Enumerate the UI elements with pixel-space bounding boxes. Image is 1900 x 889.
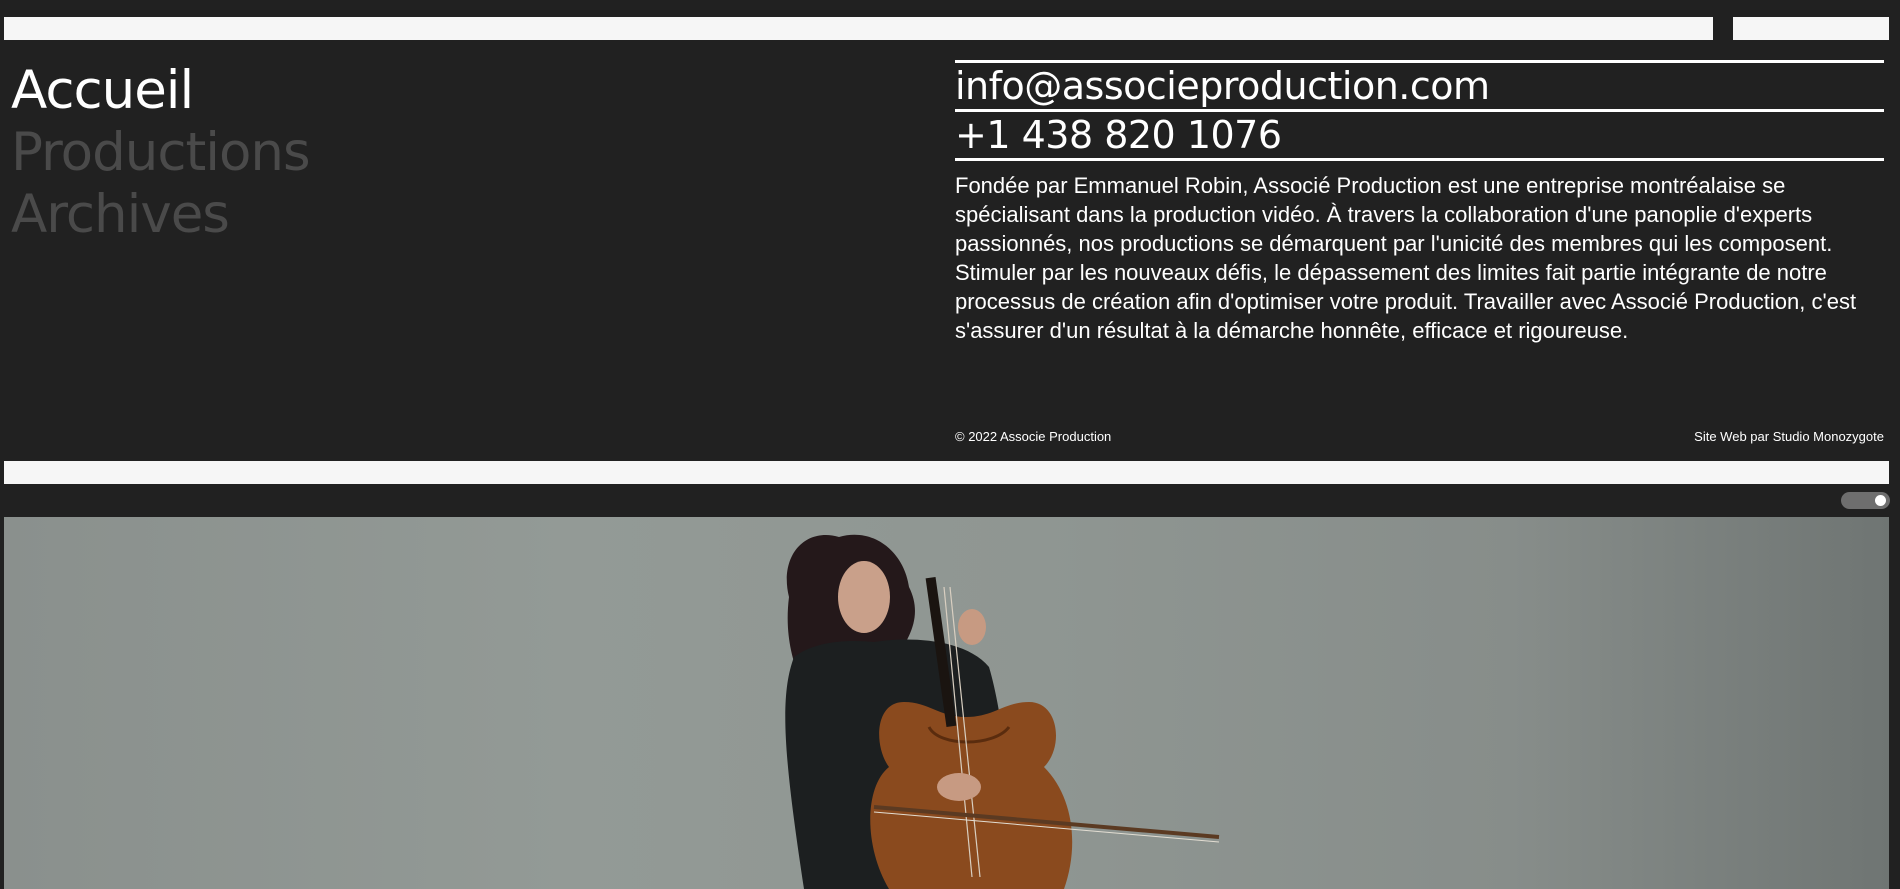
email-link[interactable]: info@associeproduction.com (955, 63, 1884, 109)
top-bar-side-button[interactable] (1733, 17, 1889, 40)
top-bar[interactable] (4, 17, 1713, 40)
nav-item-archives[interactable]: Archives (11, 184, 310, 246)
copyright-text: © 2022 Associe Production (955, 429, 1112, 444)
performer-face (838, 561, 890, 633)
mid-bar[interactable] (4, 461, 1889, 484)
studio-credit-link[interactable]: Site Web par Studio Monozygote (1694, 429, 1884, 444)
hero-video[interactable] (4, 517, 1889, 889)
phone-link[interactable]: +1 438 820 1076 (955, 112, 1884, 158)
info-panel: info@associeproduction.com +1 438 820 10… (955, 60, 1884, 367)
divider (955, 158, 1884, 161)
video-toggle[interactable] (1841, 492, 1890, 509)
nav-item-accueil[interactable]: Accueil (11, 60, 310, 122)
main-nav: Accueil Productions Archives (11, 60, 311, 246)
about-description: Fondée par Emmanuel Robin, Associé Produ… (955, 173, 1857, 343)
cellist-image (785, 534, 1220, 889)
nav-item-productions[interactable]: Productions (11, 122, 311, 184)
performer-hand (937, 773, 981, 801)
toggle-knob (1875, 495, 1886, 506)
page: Accueil Productions Archives info@associ… (0, 0, 1900, 889)
